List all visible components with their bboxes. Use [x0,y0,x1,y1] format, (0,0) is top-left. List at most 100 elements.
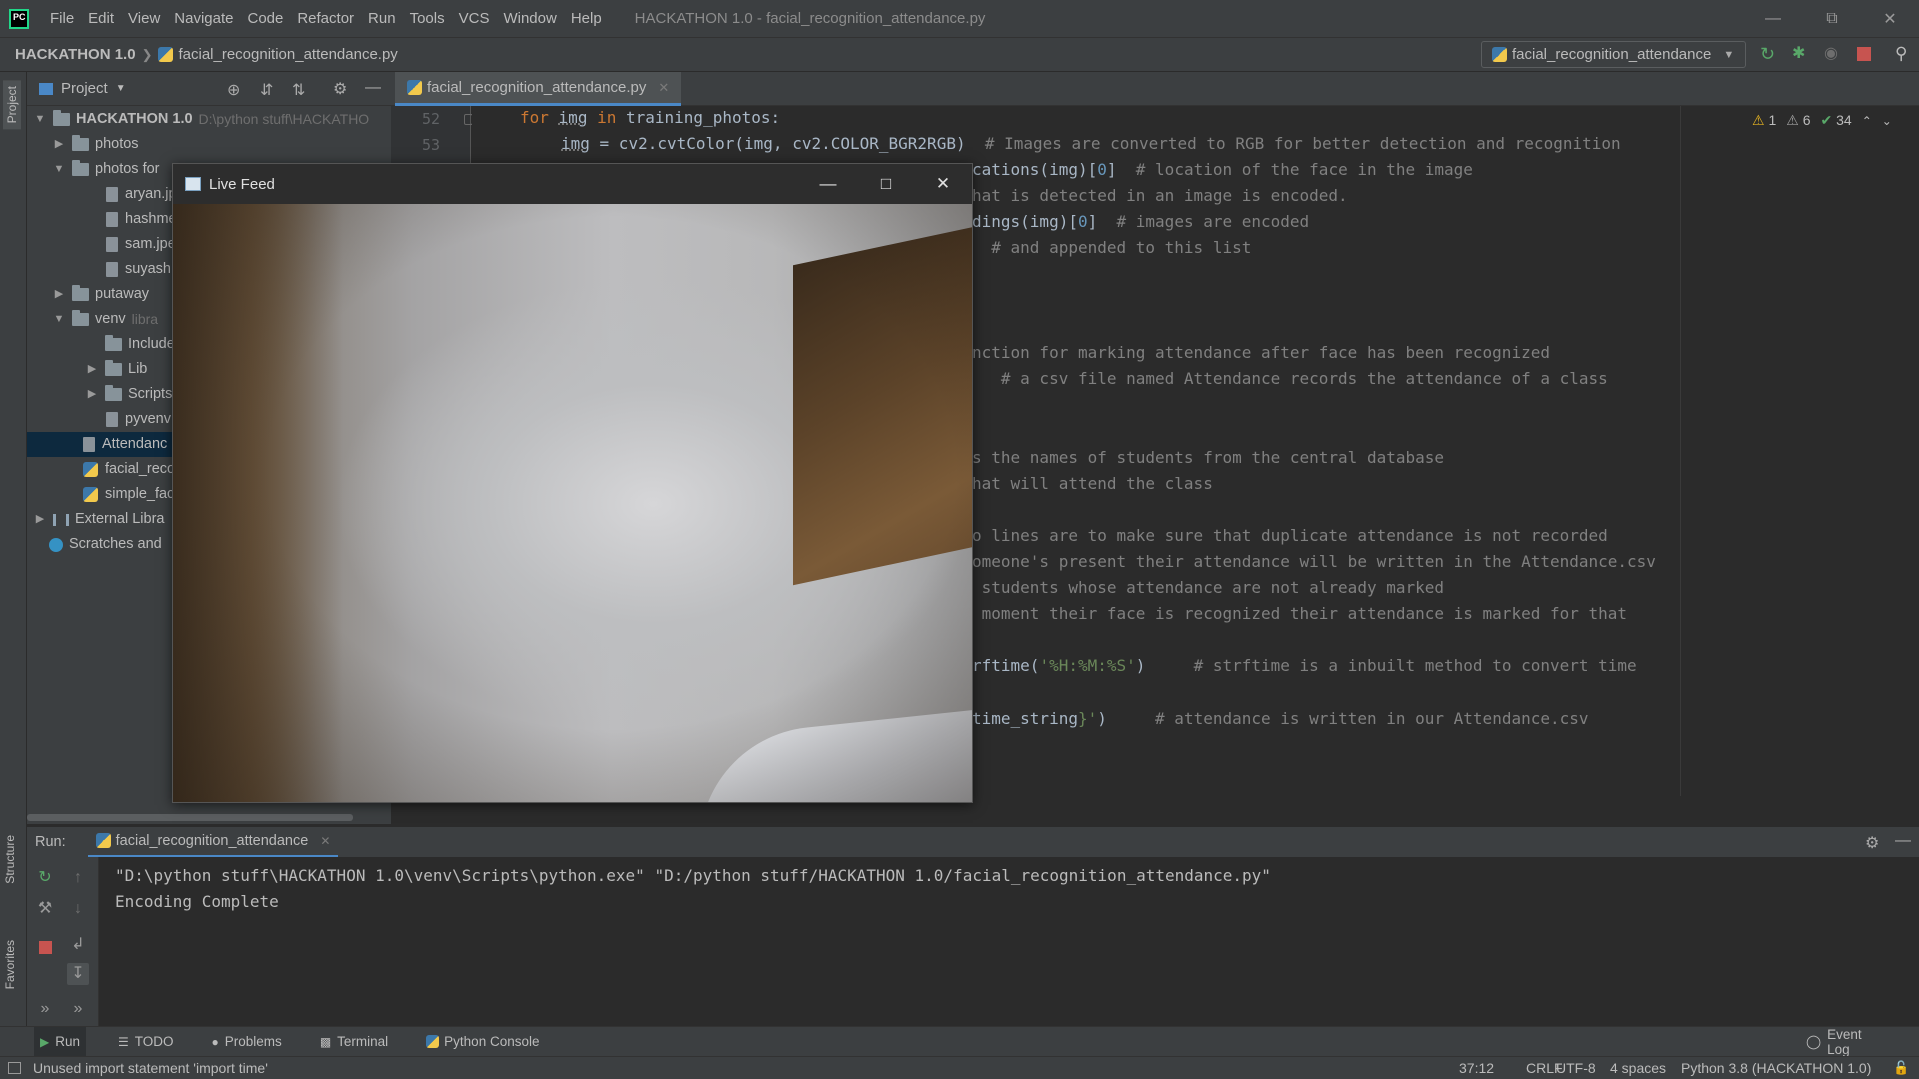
python-console-icon [426,1035,440,1048]
tree-item-external-libraries[interactable]: ▶ External Libra [33,507,165,532]
menu-help[interactable]: Help [564,0,609,37]
status-message[interactable]: Unused import statement 'import time' [33,1060,268,1076]
live-feed-maximize-button[interactable]: □ [858,164,914,204]
tree-item-file[interactable]: sam.jpe [106,232,176,257]
up-arrow-icon[interactable]: ↑ [69,869,87,887]
warning-count[interactable]: ⚠ 1 [1752,112,1776,129]
tree-item-pyvenv[interactable]: pyvenv [106,407,171,432]
lock-icon[interactable]: 🔓 [1893,1060,1909,1076]
favorites-tool-tab[interactable]: Favorites [3,940,17,989]
tree-item-putaway[interactable]: ▶ putaway [52,282,149,307]
tool-tab-terminal[interactable]: ▩ Terminal [314,1027,394,1057]
toggle-tool-windows-icon[interactable] [8,1062,21,1074]
close-tab-icon[interactable]: ✕ [658,80,669,96]
tree-item-scratches[interactable]: Scratches and [49,532,162,557]
menu-window[interactable]: Window [496,0,563,37]
tree-item-photos[interactable]: ▶ photos [52,132,139,157]
locate-file-icon[interactable]: ⊕ [227,80,240,100]
tree-label: photos for [95,161,160,177]
more-icon[interactable]: » [69,1000,87,1018]
project-view-select[interactable]: Project ▼ [39,80,126,97]
menu-refactor[interactable]: Refactor [290,0,361,37]
search-icon[interactable]: ⚲ [1895,45,1913,63]
editor-tab-active[interactable]: facial_recognition_attendance.py ✕ [395,72,682,106]
tree-item-photos-for[interactable]: ▼ photos for [52,157,160,182]
previous-highlight-icon[interactable]: ⌃ [1862,114,1872,128]
tree-item-lib[interactable]: ▶ Lib [85,357,147,382]
indent-setting[interactable]: 4 spaces [1610,1060,1666,1076]
gear-icon[interactable]: ⚙ [333,79,347,99]
down-arrow-icon[interactable]: ↓ [69,900,87,918]
hide-panel-icon[interactable]: — [1895,832,1911,850]
file-encoding[interactable]: UTF-8 [1556,1060,1596,1076]
next-highlight-icon[interactable]: ⌄ [1882,114,1892,128]
scroll-to-end-icon[interactable]: ↧ [67,963,89,985]
menu-run[interactable]: Run [361,0,403,37]
more-icon[interactable]: » [36,1000,54,1018]
expand-all-icon[interactable]: ⇵ [260,80,273,100]
warning-icon: ⚠ [1752,112,1765,128]
hide-panel-icon[interactable]: — [365,79,381,97]
tool-tab-python-console[interactable]: Python Console [420,1027,545,1057]
menu-tools[interactable]: Tools [403,0,452,37]
minimize-button[interactable]: — [1744,0,1802,37]
tool-tab-event-log[interactable]: ◯ Event Log [1800,1027,1893,1057]
stop-icon[interactable] [39,941,52,954]
wrench-icon[interactable]: ⚒ [36,900,54,918]
tree-item-project-root[interactable]: ▼ HACKATHON 1.0 D:\python stuff\HACKATHO [33,107,369,132]
coverage-icon[interactable]: ◉ [1824,45,1842,63]
breadcrumb-file[interactable]: facial_recognition_attendance.py [158,46,398,63]
close-tab-icon[interactable]: ✕ [320,834,330,848]
menu-vcs[interactable]: VCS [452,0,497,37]
tool-tab-problems[interactable]: ● Problems [206,1027,288,1057]
check-icon: ✔ [1820,112,1833,128]
live-feed-title-bar[interactable]: Live Feed — □ ✕ [173,164,972,204]
tool-tab-todo[interactable]: ☰ TODO [112,1027,180,1057]
folder-icon [105,385,122,401]
tree-item-simple-face[interactable]: simple_fac [83,482,174,507]
soft-wrap-icon[interactable]: ↲ [69,936,87,954]
rerun-icon[interactable]: ↻ [36,869,54,887]
run-configuration-select[interactable]: facial_recognition_attendance ▼ [1481,41,1746,68]
menu-view[interactable]: View [121,0,167,37]
collapse-all-icon[interactable]: ⇅ [292,80,305,100]
tree-item-scripts[interactable]: ▶ Scripts [85,382,172,407]
run-tab[interactable]: facial_recognition_attendance ✕ [87,827,339,858]
library-icon [53,513,69,526]
ok-count[interactable]: ✔ 34 [1821,112,1852,129]
tree-item-file[interactable]: suyash. [106,257,175,282]
menu-file[interactable]: File [43,0,81,37]
code-line-58: nction for marking attendance after face… [972,343,1550,362]
restore-button[interactable]: ⧉ [1803,0,1861,37]
caret-position[interactable]: 37:12 [1459,1060,1494,1076]
menu-edit[interactable]: Edit [81,0,121,37]
project-tool-tab[interactable]: Project [3,80,21,130]
folder-icon [72,310,89,326]
tree-label: Scripts [128,386,173,402]
run-console[interactable]: "D:\python stuff\HACKATHON 1.0\venv\Scri… [99,857,1919,1026]
live-feed-close-button[interactable]: ✕ [915,164,971,204]
menu-navigate[interactable]: Navigate [167,0,240,37]
menu-code[interactable]: Code [240,0,290,37]
python-interpreter[interactable]: Python 3.8 (HACKATHON 1.0) [1681,1060,1871,1076]
rerun-icon[interactable]: ↻ [1760,45,1778,63]
tool-tab-run[interactable]: ▶ Run [34,1026,86,1057]
project-horizontal-scrollbar[interactable] [27,814,353,821]
weak-warning-count[interactable]: ⚠ 6 [1786,112,1810,129]
tree-item-include[interactable]: Include [85,332,175,357]
live-feed-minimize-button[interactable]: — [800,164,856,204]
close-button[interactable]: ✕ [1861,0,1919,37]
run-tab-label: facial_recognition_attendance [115,832,309,849]
stop-icon[interactable] [1857,47,1871,61]
structure-tool-tab[interactable]: Structure [3,835,17,884]
tree-item-venv[interactable]: ▼ venv libra [52,307,158,332]
breadcrumb-project[interactable]: HACKATHON 1.0 [15,46,136,63]
inspection-widget[interactable]: ⚠ 1 ⚠ 6 ✔ 34 ⌃ ⌄ [1752,112,1892,129]
tree-item-file[interactable]: hashme [106,207,177,232]
debug-icon[interactable]: ✱ [1792,45,1810,63]
tree-item-file[interactable]: aryan.jp [106,182,177,207]
live-feed-window[interactable]: Live Feed — □ ✕ [172,163,973,803]
gear-icon[interactable]: ⚙ [1865,833,1879,853]
code-line-63: omeone's present their attendance will b… [972,552,1656,571]
tree-item-facial-recognition[interactable]: facial_reco [83,457,175,482]
